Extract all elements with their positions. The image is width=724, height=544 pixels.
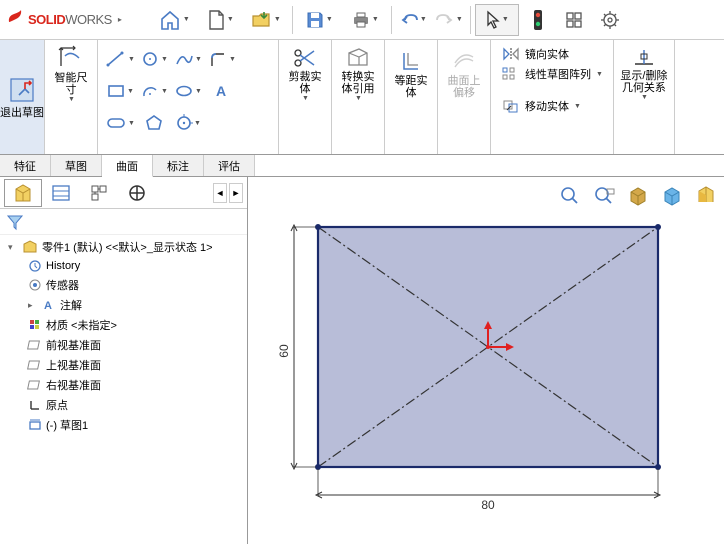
ds-logo-icon: [6, 8, 24, 31]
offset-button[interactable]: 等距实体: [391, 44, 431, 104]
convert-label: 转换实体引用: [338, 71, 378, 95]
tree-item-label: 材质 <未指定>: [46, 317, 117, 333]
tree-front-plane[interactable]: 前视基准面: [0, 335, 247, 355]
undo-button[interactable]: ▼: [396, 4, 430, 36]
tree-annotations[interactable]: ▸ A 注解: [0, 295, 247, 315]
tree-root-label: 零件1 (默认) <<默认>_显示状态 1>: [42, 239, 213, 255]
trim-button[interactable]: 剪裁实体▼: [285, 44, 325, 104]
tree-top-plane[interactable]: 上视基准面: [0, 355, 247, 375]
tab-evaluate[interactable]: 评估: [204, 155, 255, 176]
offset-label: 等距实体: [391, 75, 431, 99]
property-tab[interactable]: [42, 179, 80, 207]
graphics-viewport[interactable]: 60 80: [248, 177, 724, 544]
display-label: 显示/删除几何关系: [620, 70, 668, 94]
line-tool[interactable]: ▼: [104, 44, 136, 74]
redo-button[interactable]: ▼: [432, 4, 466, 36]
tree-sensors[interactable]: 传感器: [0, 275, 247, 295]
home-button[interactable]: ▼: [152, 4, 196, 36]
spline-tool[interactable]: ▼: [172, 44, 204, 74]
brand-dropdown-icon[interactable]: ▸: [118, 15, 122, 24]
dimxpert-tab[interactable]: [118, 179, 156, 207]
smart-dim-label: 智能尺寸: [51, 72, 91, 96]
polygon-tool[interactable]: [138, 108, 170, 138]
tree-root[interactable]: ▾ 零件1 (默认) <<默认>_显示状态 1>: [0, 237, 247, 257]
app-logo: SOLIDWORKS ▸: [6, 8, 122, 31]
config-tab[interactable]: [80, 179, 118, 207]
circle-tool[interactable]: ▼: [138, 44, 170, 74]
ellipse-tool[interactable]: ▼: [172, 76, 204, 106]
expand-icon[interactable]: ▸: [28, 300, 38, 311]
command-tabs: 特征 草图 曲面 标注 评估: [0, 155, 724, 177]
trim-label: 剪裁实体: [285, 71, 325, 95]
nav-left[interactable]: ◄: [213, 183, 227, 203]
mirror-label: 镜向实体: [525, 46, 569, 62]
zoom-area-button[interactable]: [590, 183, 618, 207]
tree-sketch1[interactable]: (-) 草图1: [0, 415, 247, 435]
curve-offset-label: 曲面上偏移: [444, 75, 484, 99]
brand-text: SOLIDWORKS: [28, 12, 112, 27]
svg-text:A: A: [216, 83, 226, 99]
tree-origin[interactable]: 原点: [0, 395, 247, 415]
options-button[interactable]: [557, 4, 591, 36]
curve-offset-button: 曲面上偏移: [444, 44, 484, 104]
save-button[interactable]: ▼: [297, 4, 341, 36]
tree-item-label: 右视基准面: [46, 377, 101, 393]
tab-features[interactable]: 特征: [0, 155, 51, 176]
feature-tree-tab[interactable]: [4, 179, 42, 207]
convert-button[interactable]: 转换实体引用▼: [338, 44, 378, 104]
dimension-width[interactable]: 80: [316, 469, 660, 512]
display-relations-button[interactable]: 显示/删除几何关系▼: [620, 44, 668, 104]
svg-text:80: 80: [481, 498, 495, 512]
sketch-canvas[interactable]: 60 80: [268, 217, 708, 527]
arc-tool[interactable]: ▼: [138, 76, 170, 106]
zoom-fit-button[interactable]: [556, 183, 584, 207]
exit-sketch-label: 退出草图: [0, 107, 44, 119]
pattern-label: 线性草图阵列: [525, 66, 591, 82]
filter-icon[interactable]: [6, 213, 24, 231]
view-orientation-button[interactable]: [624, 183, 652, 207]
slot-tool[interactable]: ▼: [104, 108, 136, 138]
text-tool[interactable]: A: [206, 76, 238, 106]
select-button[interactable]: ▼: [475, 4, 519, 36]
point-tool[interactable]: ▼: [172, 108, 204, 138]
tab-sketch[interactable]: 草图: [51, 155, 102, 176]
tree-item-label: 上视基准面: [46, 357, 101, 373]
exit-sketch-button[interactable]: 退出草图: [0, 40, 44, 154]
tree-item-label: (-) 草图1: [46, 417, 88, 433]
traffic-light-icon[interactable]: [521, 4, 555, 36]
tree-item-label: History: [46, 260, 80, 272]
open-button[interactable]: ▼: [244, 4, 288, 36]
print-button[interactable]: ▼: [343, 4, 387, 36]
move-label: 移动实体: [525, 98, 569, 114]
dimension-height[interactable]: 60: [277, 225, 316, 469]
mirror-button[interactable]: 镜向实体: [497, 44, 573, 64]
smart-dimension-button[interactable]: 智能尺寸 ▼: [51, 44, 91, 104]
section-view-button[interactable]: [692, 183, 720, 207]
move-button[interactable]: 移动实体▼: [497, 96, 585, 116]
rectangle-tool[interactable]: ▼: [104, 76, 136, 106]
tab-annotate[interactable]: 标注: [153, 155, 204, 176]
tab-surface[interactable]: 曲面: [102, 155, 153, 177]
tree-item-label: 传感器: [46, 277, 79, 293]
tree-right-plane[interactable]: 右视基准面: [0, 375, 247, 395]
tree-history[interactable]: History: [0, 257, 247, 275]
new-button[interactable]: ▼: [198, 4, 242, 36]
svg-text:60: 60: [277, 344, 291, 358]
pattern-button[interactable]: 线性草图阵列▼: [497, 64, 607, 84]
nav-right[interactable]: ►: [229, 183, 243, 203]
tree-item-label: 前视基准面: [46, 337, 101, 353]
svg-text:A: A: [44, 300, 52, 312]
tree-item-label: 原点: [46, 397, 68, 413]
tree-item-label: 注解: [60, 297, 82, 313]
display-style-button[interactable]: [658, 183, 686, 207]
settings-button[interactable]: [593, 4, 627, 36]
tree-material[interactable]: 材质 <未指定>: [0, 315, 247, 335]
expand-icon[interactable]: ▾: [8, 242, 18, 253]
fillet-tool[interactable]: ▼: [206, 44, 238, 74]
